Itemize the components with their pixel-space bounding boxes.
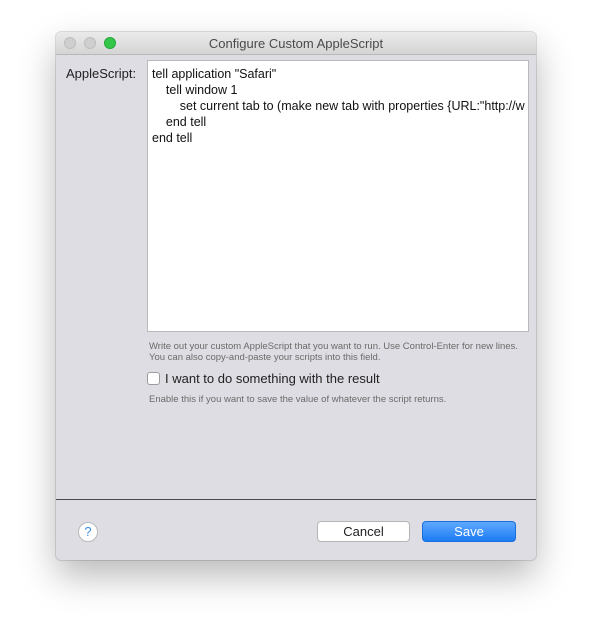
script-line: tell window 1: [152, 83, 238, 97]
window-title: Configure Custom AppleScript: [208, 36, 384, 51]
script-line: tell application "Safari": [152, 67, 277, 81]
applescript-label: AppleScript:: [66, 66, 137, 81]
result-help-text: Enable this if you want to save the valu…: [149, 394, 447, 405]
script-help-text: Write out your custom AppleScript that y…: [149, 341, 518, 363]
title-bar: Configure Custom AppleScript: [56, 32, 536, 55]
applescript-editor[interactable]: tell application "Safari" tell window 1 …: [147, 60, 529, 332]
script-line: set current tab to (make new tab with pr…: [152, 99, 525, 113]
question-mark-icon: ?: [84, 524, 92, 539]
footer-divider: [56, 499, 536, 500]
result-checkbox-label[interactable]: I want to do something with the result: [165, 371, 380, 386]
result-checkbox[interactable]: [147, 372, 160, 385]
configure-applescript-window: Configure Custom AppleScript AppleScript…: [56, 32, 536, 560]
help-button[interactable]: ?: [78, 522, 98, 542]
save-button[interactable]: Save: [422, 521, 516, 542]
script-line: end tell: [152, 115, 207, 129]
script-line: end tell: [152, 131, 193, 145]
cancel-button[interactable]: Cancel: [317, 521, 410, 542]
